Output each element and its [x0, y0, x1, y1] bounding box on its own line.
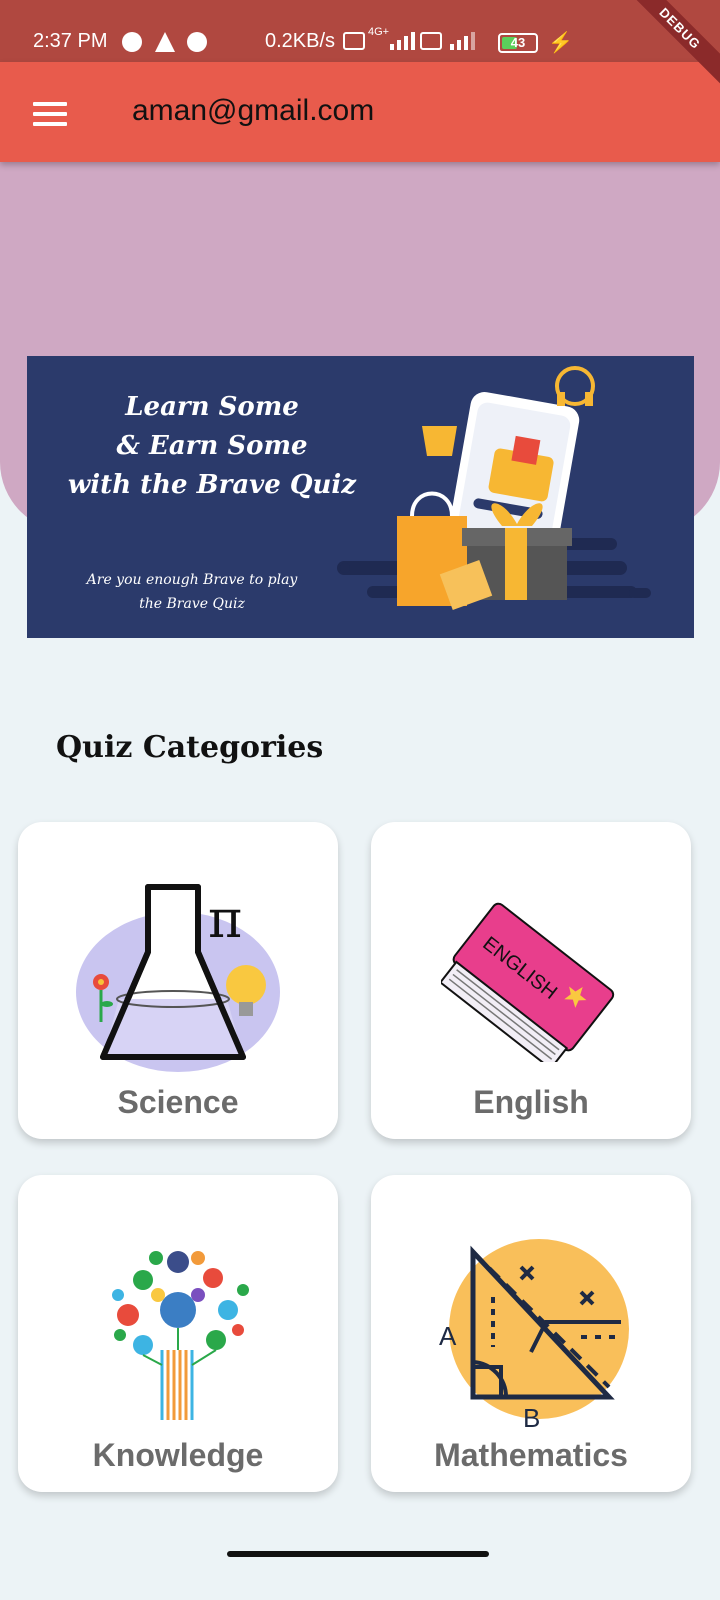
- mathematics-geometry-icon: A B: [439, 1239, 629, 1427]
- volte-icon: [343, 32, 365, 50]
- network-type: 4G+: [368, 26, 390, 38]
- category-card-mathematics[interactable]: A B Mathematics: [371, 1175, 691, 1492]
- app-bar-title: aman@gmail.com: [132, 94, 375, 127]
- status-bar: 2:37 PM 0.2KB/s 4G+ 43 ⚡: [0, 0, 720, 62]
- signal-icon: [390, 30, 415, 50]
- svg-text:A: A: [439, 1321, 457, 1351]
- section-title: Quiz Categories: [56, 730, 324, 765]
- category-card-knowledge[interactable]: Knowledge: [18, 1175, 338, 1492]
- volte-icon-2: [420, 32, 442, 50]
- svg-text:B: B: [523, 1403, 540, 1427]
- battery-icon: 43: [498, 33, 538, 53]
- signal-icon-2: [450, 30, 475, 50]
- category-label: Science: [117, 1084, 239, 1120]
- charging-icon: ⚡: [548, 32, 573, 54]
- status-time: 2:37 PM: [33, 30, 108, 52]
- category-label: Knowledge: [92, 1437, 264, 1473]
- category-card-science[interactable]: π Science: [18, 822, 338, 1139]
- network-speed: 0.2KB/s: [265, 30, 336, 52]
- gift-shopping-illustration: [337, 366, 651, 611]
- banner-subtitle: Are you enough Brave to play the Brave Q…: [86, 572, 298, 612]
- app-bar: aman@gmail.com: [0, 62, 720, 162]
- hamburger-menu-icon[interactable]: [33, 102, 67, 126]
- category-card-english[interactable]: ENGLISH English: [371, 822, 691, 1139]
- home-indicator[interactable]: [227, 1551, 489, 1557]
- english-book-icon: ENGLISH: [441, 902, 615, 1062]
- svg-text:π: π: [208, 890, 242, 950]
- battery-level: 43: [510, 35, 526, 50]
- category-label: Mathematics: [434, 1437, 628, 1473]
- science-flask-icon: π: [76, 884, 280, 1072]
- promo-banner: Learn Some & Earn Some with the Brave Qu…: [27, 356, 694, 638]
- app-notification-icon: [155, 32, 175, 52]
- knowledge-tree-icon: [112, 1251, 249, 1420]
- notification-icon-2: [187, 32, 207, 52]
- category-label: English: [473, 1084, 589, 1120]
- notification-icon: [122, 32, 142, 52]
